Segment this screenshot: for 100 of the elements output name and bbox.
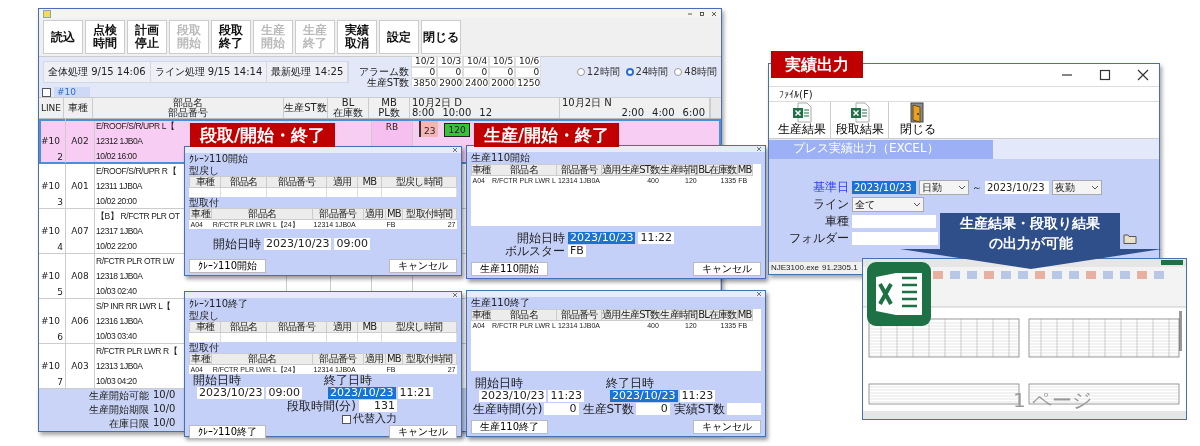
date-label: 10月2日 D bbox=[412, 98, 462, 108]
folder-icon[interactable] bbox=[1123, 233, 1137, 244]
table-cell: 10/4 bbox=[463, 55, 490, 67]
model-code: A08 bbox=[71, 271, 89, 281]
menu-item[interactable]: ﾌｧｲﾙ(F) bbox=[779, 88, 813, 100]
input-field[interactable]: 2023/10/23 bbox=[479, 389, 547, 402]
mb-code: RB bbox=[385, 122, 399, 132]
dialog-button[interactable]: 生産110開始 bbox=[471, 262, 549, 276]
input-field[interactable] bbox=[852, 215, 936, 228]
section-label: 型戻し bbox=[189, 311, 220, 321]
column-header: 部品名 bbox=[490, 309, 557, 321]
callout-text: 生産結果・段取り結果 bbox=[959, 215, 1101, 233]
model-code: A01 bbox=[71, 181, 89, 191]
column-header: MB bbox=[357, 176, 382, 188]
close-icon[interactable] bbox=[711, 10, 717, 17]
input-field[interactable]: 11:21 bbox=[397, 387, 434, 399]
toolbar-button[interactable]: 段取終了 bbox=[211, 20, 251, 54]
scrollbar[interactable] bbox=[711, 98, 721, 118]
input-field[interactable]: 0 bbox=[544, 402, 579, 415]
radio-option[interactable]: 24時間 bbox=[625, 65, 669, 79]
radio-option[interactable]: 48時間 bbox=[674, 65, 717, 79]
maximize-icon[interactable] bbox=[699, 10, 705, 17]
input-field[interactable]: 11:23 bbox=[548, 389, 585, 402]
dropdown[interactable]: 全て bbox=[852, 197, 924, 212]
field-label: 開始日時 bbox=[193, 374, 242, 386]
radio-indicator[interactable] bbox=[576, 68, 585, 76]
field-label: フォルダー bbox=[788, 230, 849, 247]
dialog-button[interactable]: キャンセル bbox=[389, 425, 457, 439]
toolbar-button[interactable]: 読込 bbox=[43, 20, 83, 54]
column-header: BL在庫数 bbox=[697, 309, 738, 321]
column-header: 車種 bbox=[189, 353, 212, 365]
input-field[interactable] bbox=[726, 402, 761, 415]
dialog-button[interactable]: ｸﾚｰﾝ110開始 bbox=[189, 259, 267, 273]
dropdown[interactable]: 日勤 bbox=[919, 180, 969, 195]
model-code: A06 bbox=[71, 316, 89, 326]
input-field[interactable]: 2023/10/23 bbox=[610, 389, 678, 402]
setup-bar[interactable]: 23 bbox=[419, 121, 439, 137]
dropdown[interactable]: 夜勤 bbox=[1052, 180, 1102, 195]
part-name: 【B】 R/FCTR PLR OT bbox=[96, 210, 180, 223]
input-field[interactable]: 2023/10/23 bbox=[568, 231, 636, 244]
radio-indicator[interactable] bbox=[674, 68, 683, 76]
field-label: 生産時間(分) bbox=[473, 402, 543, 415]
radio-option[interactable]: 12時間 bbox=[576, 65, 620, 79]
table-cell: 0 bbox=[463, 66, 490, 78]
line-number: #10 bbox=[41, 316, 60, 326]
line-number: #10 bbox=[41, 226, 60, 236]
checkbox[interactable] bbox=[342, 414, 351, 424]
dialog-title: ｸﾚｰﾝ110開始 bbox=[189, 153, 250, 165]
table-cell: 0 bbox=[489, 66, 516, 78]
field-label: 終了日時 bbox=[606, 376, 656, 389]
column-header: 車種 bbox=[189, 321, 221, 333]
toolbar-button[interactable]: 計画停止 bbox=[127, 20, 167, 54]
dialog-button[interactable]: 生産110終了 bbox=[471, 420, 549, 434]
row-label: 生産ST数 bbox=[365, 77, 411, 89]
input-field[interactable]: 09:00 bbox=[266, 387, 303, 399]
toolbar-button[interactable]: 実績取消 bbox=[337, 20, 377, 54]
input-field[interactable]: 2023/10/23 bbox=[264, 238, 332, 250]
dialog-title: 生産110開始 bbox=[471, 152, 532, 164]
input-field[interactable]: 2023/10/23 bbox=[985, 181, 1049, 194]
checkbox-option[interactable]: 代替入力 bbox=[342, 413, 397, 425]
input-field[interactable]: 0 bbox=[635, 402, 670, 415]
input-field[interactable]: 131 bbox=[359, 400, 397, 412]
spreadsheet-logo-icon bbox=[866, 261, 932, 327]
radio-indicator[interactable] bbox=[625, 68, 634, 76]
toolbar-button[interactable]: 閉じる bbox=[421, 20, 461, 54]
input-field[interactable]: FB bbox=[568, 244, 586, 257]
column-header: 型取付時間 bbox=[402, 353, 457, 365]
minimize-icon[interactable] bbox=[687, 10, 693, 17]
maximize-icon[interactable] bbox=[1099, 69, 1111, 81]
time-label: 10:00 bbox=[442, 108, 472, 118]
column-header: 車種 bbox=[68, 103, 88, 113]
column-header: 車種 bbox=[471, 164, 491, 176]
input-field[interactable]: 2023/10/23 bbox=[197, 387, 265, 399]
checkbox[interactable] bbox=[42, 87, 51, 97]
toolbar-button[interactable]: 設定 bbox=[379, 20, 419, 54]
section-label: 型取付 bbox=[189, 198, 220, 208]
filter-tab[interactable]: #10 bbox=[54, 87, 90, 97]
dialog-button[interactable]: ｸﾚｰﾝ110終了 bbox=[189, 425, 267, 439]
input-field[interactable]: 2023/10/23 bbox=[852, 181, 916, 194]
input-field[interactable]: 2023/10/23 bbox=[328, 387, 396, 399]
sequence-number: 4 bbox=[57, 242, 63, 252]
input-field[interactable]: 11:22 bbox=[638, 231, 675, 244]
dialog-button[interactable]: キャンセル bbox=[389, 259, 457, 273]
line-number: #10 bbox=[41, 361, 60, 371]
footer-label: 生産開始期限 bbox=[88, 403, 149, 417]
input-field[interactable]: 09:00 bbox=[334, 238, 371, 250]
production-bar[interactable]: 120 bbox=[444, 123, 470, 137]
input-field[interactable] bbox=[852, 232, 938, 245]
field-label: ボルスター bbox=[504, 244, 565, 257]
dialog-button[interactable]: キャンセル bbox=[693, 420, 761, 434]
app-icon bbox=[43, 9, 51, 18]
status-text: ライン処理 9/15 14:14 bbox=[150, 62, 268, 82]
column-header: MB bbox=[737, 309, 752, 321]
caret-icon bbox=[913, 202, 921, 207]
input-field[interactable]: 11:23 bbox=[679, 389, 716, 402]
toolbar-button[interactable]: 点検時間 bbox=[85, 20, 125, 54]
dialog-button[interactable]: キャンセル bbox=[693, 262, 761, 276]
table-cell: 10/3 bbox=[437, 55, 464, 67]
close-icon[interactable] bbox=[1137, 69, 1149, 81]
footer-value: 10/0 bbox=[153, 417, 176, 430]
